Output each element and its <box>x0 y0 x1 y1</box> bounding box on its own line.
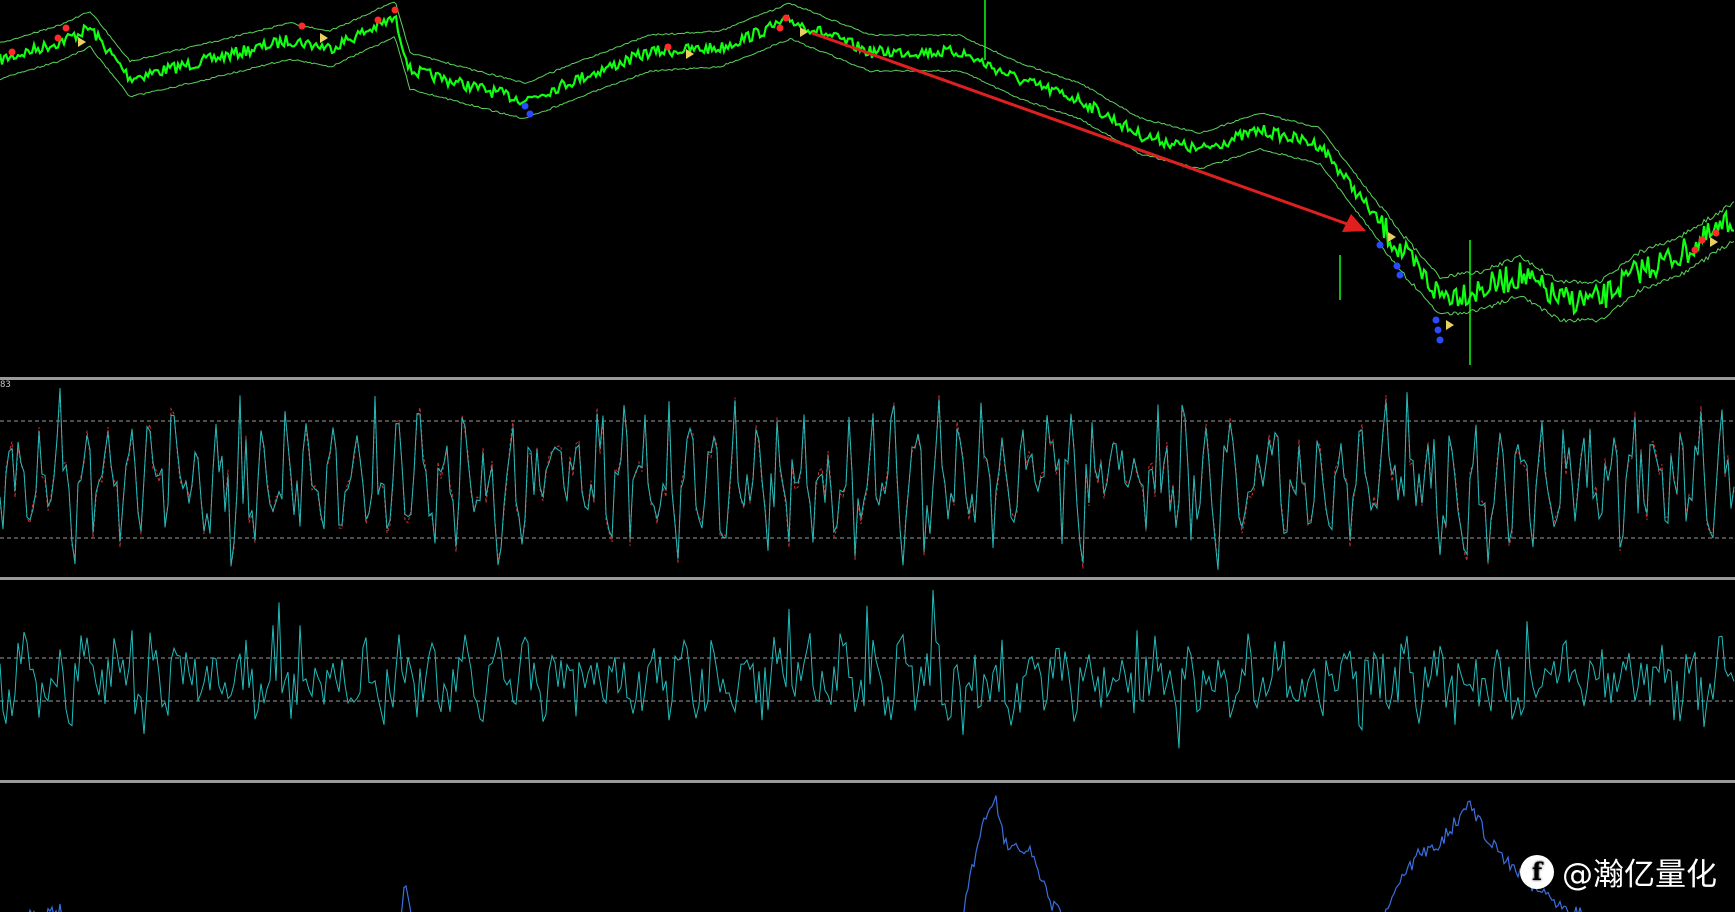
oscillator-1-label: 83 <box>0 380 11 390</box>
signal-flag-marker <box>1388 232 1396 242</box>
oscillator-3-chart <box>28 795 1582 912</box>
sell-signal-marker <box>62 24 70 32</box>
oscillator-1-line <box>0 387 1735 570</box>
price-chart <box>0 0 1735 365</box>
buy-signal-marker <box>1436 336 1444 344</box>
sell-signal-marker <box>1712 229 1720 237</box>
price-chart-pane[interactable] <box>0 0 1735 378</box>
sell-signal-marker <box>1691 246 1699 254</box>
oscillator-2-line <box>0 589 1735 749</box>
sell-signal-marker <box>374 16 382 24</box>
oscillator-2-chart <box>0 589 1735 749</box>
signal-flag-marker <box>78 37 86 47</box>
buy-signal-marker <box>1376 241 1384 249</box>
sell-signal-marker <box>298 22 306 30</box>
buy-signal-marker <box>1396 271 1404 279</box>
buy-signal-marker <box>521 102 529 110</box>
watermark-text: @瀚亿量化 <box>1562 857 1717 893</box>
watermark: f @瀚亿量化 <box>1520 849 1717 894</box>
sell-signal-marker <box>782 14 790 22</box>
sell-signal-marker <box>664 43 672 51</box>
signal-flag-marker <box>1710 237 1718 247</box>
lower-band-line <box>0 35 1735 323</box>
oscillator-pane-1[interactable]: 83 <box>0 380 1735 577</box>
trend-arrow-line <box>811 31 1351 227</box>
oscillator-1-chart <box>0 387 1735 571</box>
buy-signal-marker <box>526 110 534 118</box>
f-logo-icon: f <box>1520 854 1554 889</box>
sell-signal-marker <box>1698 236 1706 244</box>
sell-signal-marker <box>54 34 62 42</box>
sell-signal-marker <box>8 48 16 56</box>
signal-flag-marker <box>1446 320 1454 330</box>
buy-signal-marker <box>1434 326 1442 334</box>
buy-signal-marker <box>1393 262 1401 270</box>
sell-signal-marker <box>391 6 399 14</box>
oscillator-pane-3[interactable] <box>0 783 1735 912</box>
signal-flag-marker <box>320 33 328 43</box>
buy-signal-marker <box>1432 316 1440 324</box>
oscillator-3-line <box>28 795 1582 912</box>
sell-signal-marker <box>776 24 784 32</box>
price-line <box>0 14 1735 316</box>
oscillator-pane-2[interactable] <box>0 580 1735 780</box>
